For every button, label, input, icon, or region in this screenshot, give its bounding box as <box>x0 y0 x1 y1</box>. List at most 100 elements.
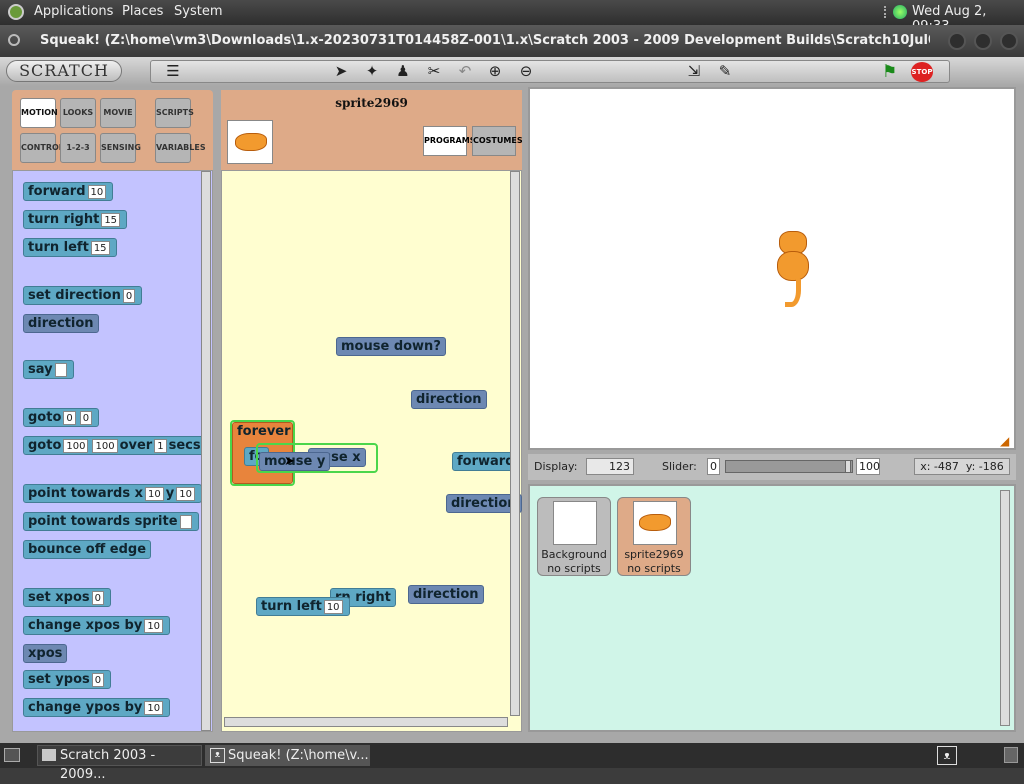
task-scratch-folder[interactable]: Scratch 2003 - 2009... <box>37 745 202 782</box>
block-arg[interactable]: 10 <box>144 618 164 633</box>
scissors-icon[interactable]: ✂ <box>423 61 445 81</box>
category-motion[interactable]: MOTION <box>20 98 58 128</box>
sprite-tile-sprite2969[interactable]: sprite2969 no scripts <box>617 497 691 576</box>
stage-status-bar: Display: 123 Slider: 0 100 x: -487 y: -1… <box>528 454 1016 480</box>
sprite-tile-background[interactable]: Background no scripts <box>537 497 611 576</box>
block-change-ypos[interactable]: change ypos by 10 <box>23 698 171 717</box>
block-set-xpos[interactable]: set xpos 0 <box>23 588 112 607</box>
tab-programs[interactable]: PROGRAMS <box>423 126 475 156</box>
block-set-ypos[interactable]: set ypos 0 <box>23 670 112 689</box>
category-scripts[interactable]: SCRIPTS <box>155 98 194 128</box>
show-desktop-icon[interactable] <box>4 748 20 762</box>
block-arg[interactable]: 1 <box>154 438 167 453</box>
menu-applications[interactable]: Applications <box>34 4 113 19</box>
block-turn-left[interactable]: turn left 15 <box>23 238 117 257</box>
squeak-icon: ᴥ <box>210 748 225 763</box>
block-arg[interactable]: 10 <box>87 184 107 199</box>
block-arg[interactable]: 10 <box>144 700 164 715</box>
sprite-name[interactable]: sprite2969 <box>221 96 522 110</box>
block-label: bounce off edge <box>28 542 147 557</box>
squeak-tray-icon[interactable]: ᴥ <box>937 746 957 765</box>
block-arg[interactable]: 100 <box>63 438 89 453</box>
category-sensing[interactable]: SENSING <box>100 133 141 163</box>
stop-sign-icon[interactable]: STOP <box>911 62 933 82</box>
block-goto-over-secs[interactable]: goto 100 100 over 1 secs <box>23 436 206 455</box>
script-vscrollbar[interactable] <box>510 171 520 716</box>
block-direction[interactable]: direction <box>23 314 99 333</box>
block-arg[interactable]: 0 <box>91 590 105 605</box>
sprite-tile-status: no scripts <box>627 562 681 575</box>
script-area[interactable]: mouse down? direction forever fo ouse x … <box>221 170 522 732</box>
block-arg[interactable] <box>179 514 192 529</box>
gnome-logo-icon[interactable] <box>8 4 24 20</box>
cat-sprite[interactable] <box>775 231 811 311</box>
zoom-out-icon[interactable]: ⊖ <box>515 61 537 81</box>
block-direction[interactable]: direction <box>411 390 487 409</box>
slider-thumb[interactable] <box>845 460 851 473</box>
system-top-panel: Applications Places System Wed Aug 2, 09… <box>0 0 1024 34</box>
block-forward[interactable]: forward 10 <box>23 182 114 201</box>
block-change-xpos[interactable]: change xpos by 10 <box>23 616 171 635</box>
palette-scrollbar[interactable] <box>201 171 211 731</box>
sprite-list-scrollbar[interactable] <box>1000 490 1010 726</box>
block-direction[interactable]: direction <box>408 585 484 604</box>
tab-costumes[interactable]: COSTUMES <box>472 126 523 156</box>
stage[interactable]: ◢ <box>528 87 1016 450</box>
zoom-in-icon[interactable]: ⊕ <box>484 61 506 81</box>
block-arg[interactable] <box>54 362 67 377</box>
category-looks[interactable]: LOOKS <box>60 98 96 128</box>
block-arg[interactable]: 15 <box>90 240 110 255</box>
grow-sprite-icon[interactable]: ⇲ <box>683 61 705 81</box>
paint-sprite-icon[interactable]: ✎ <box>714 61 736 81</box>
task-squeak[interactable]: ᴥ Squeak! (Z:\home\v... <box>205 745 370 766</box>
close-button[interactable] <box>1000 32 1018 50</box>
menu-places[interactable]: Places <box>122 4 163 19</box>
update-notifier-icon[interactable] <box>893 5 907 19</box>
block-set-direction[interactable]: set direction 0 <box>23 286 143 305</box>
block-turn-left[interactable]: turn left 10 <box>256 597 350 616</box>
network-icon[interactable] <box>884 6 890 18</box>
slider-track[interactable] <box>725 460 853 473</box>
block-label: point towards sprite <box>28 514 178 529</box>
block-arg[interactable]: 0 <box>122 288 136 303</box>
green-flag-icon[interactable]: ⚑ <box>882 62 897 82</box>
menu-list-icon[interactable]: ☰ <box>162 61 184 81</box>
block-arg[interactable]: 100 <box>92 438 118 453</box>
menu-system[interactable]: System <box>174 4 222 19</box>
block-mouse-down[interactable]: mouse down? <box>336 337 446 356</box>
magic-wand-icon[interactable]: ✦ <box>361 61 383 81</box>
block-point-towards-xy[interactable]: point towards x 10 y 10 <box>23 484 202 503</box>
block-arg[interactable]: 0 <box>79 410 93 425</box>
block-point-towards-sprite[interactable]: point towards sprite <box>23 512 199 531</box>
stamp-icon[interactable]: ♟ <box>392 61 414 81</box>
block-goto[interactable]: goto 0 0 <box>23 408 100 427</box>
block-xpos[interactable]: xpos <box>23 644 68 663</box>
block-label: turn left <box>28 240 89 255</box>
sprite-tile-name: Background <box>541 548 607 561</box>
block-palette: forward 10 turn right 15 turn left 15 set d… <box>12 170 213 732</box>
window-menu-icon[interactable] <box>8 34 20 46</box>
block-bounce-off-edge[interactable]: bounce off edge <box>23 540 152 559</box>
trash-icon[interactable] <box>1004 747 1018 763</box>
block-arg[interactable]: 10 <box>323 599 343 614</box>
block-turn-right[interactable]: turn right 15 <box>23 210 128 229</box>
block-arg[interactable]: 10 <box>176 486 195 501</box>
window-titlebar[interactable]: Squeak! (Z:\home\vm3\Downloads\1.x-20230… <box>0 25 1024 57</box>
block-arg[interactable]: 0 <box>91 672 105 687</box>
block-arg[interactable]: 0 <box>63 410 76 425</box>
category-numbers[interactable]: 1-2-3 <box>60 133 96 163</box>
maximize-button[interactable] <box>974 32 992 50</box>
block-label: change xpos by <box>28 618 143 633</box>
script-hscrollbar[interactable] <box>224 717 508 727</box>
undo-icon[interactable]: ↶ <box>454 61 476 81</box>
category-control[interactable]: CONTROL <box>20 133 64 163</box>
arrow-cursor-icon[interactable]: ➤ <box>330 61 352 81</box>
block-say[interactable]: say <box>23 360 74 379</box>
resize-handle-icon[interactable]: ◢ <box>1000 434 1009 448</box>
category-movie[interactable]: MOVIE <box>100 98 136 128</box>
block-arg[interactable]: 10 <box>144 486 164 501</box>
sprite-tile-status: no scripts <box>547 562 601 575</box>
category-variables[interactable]: VARIABLES <box>155 133 206 163</box>
minimize-button[interactable] <box>948 32 966 50</box>
block-arg[interactable]: 15 <box>101 212 121 227</box>
